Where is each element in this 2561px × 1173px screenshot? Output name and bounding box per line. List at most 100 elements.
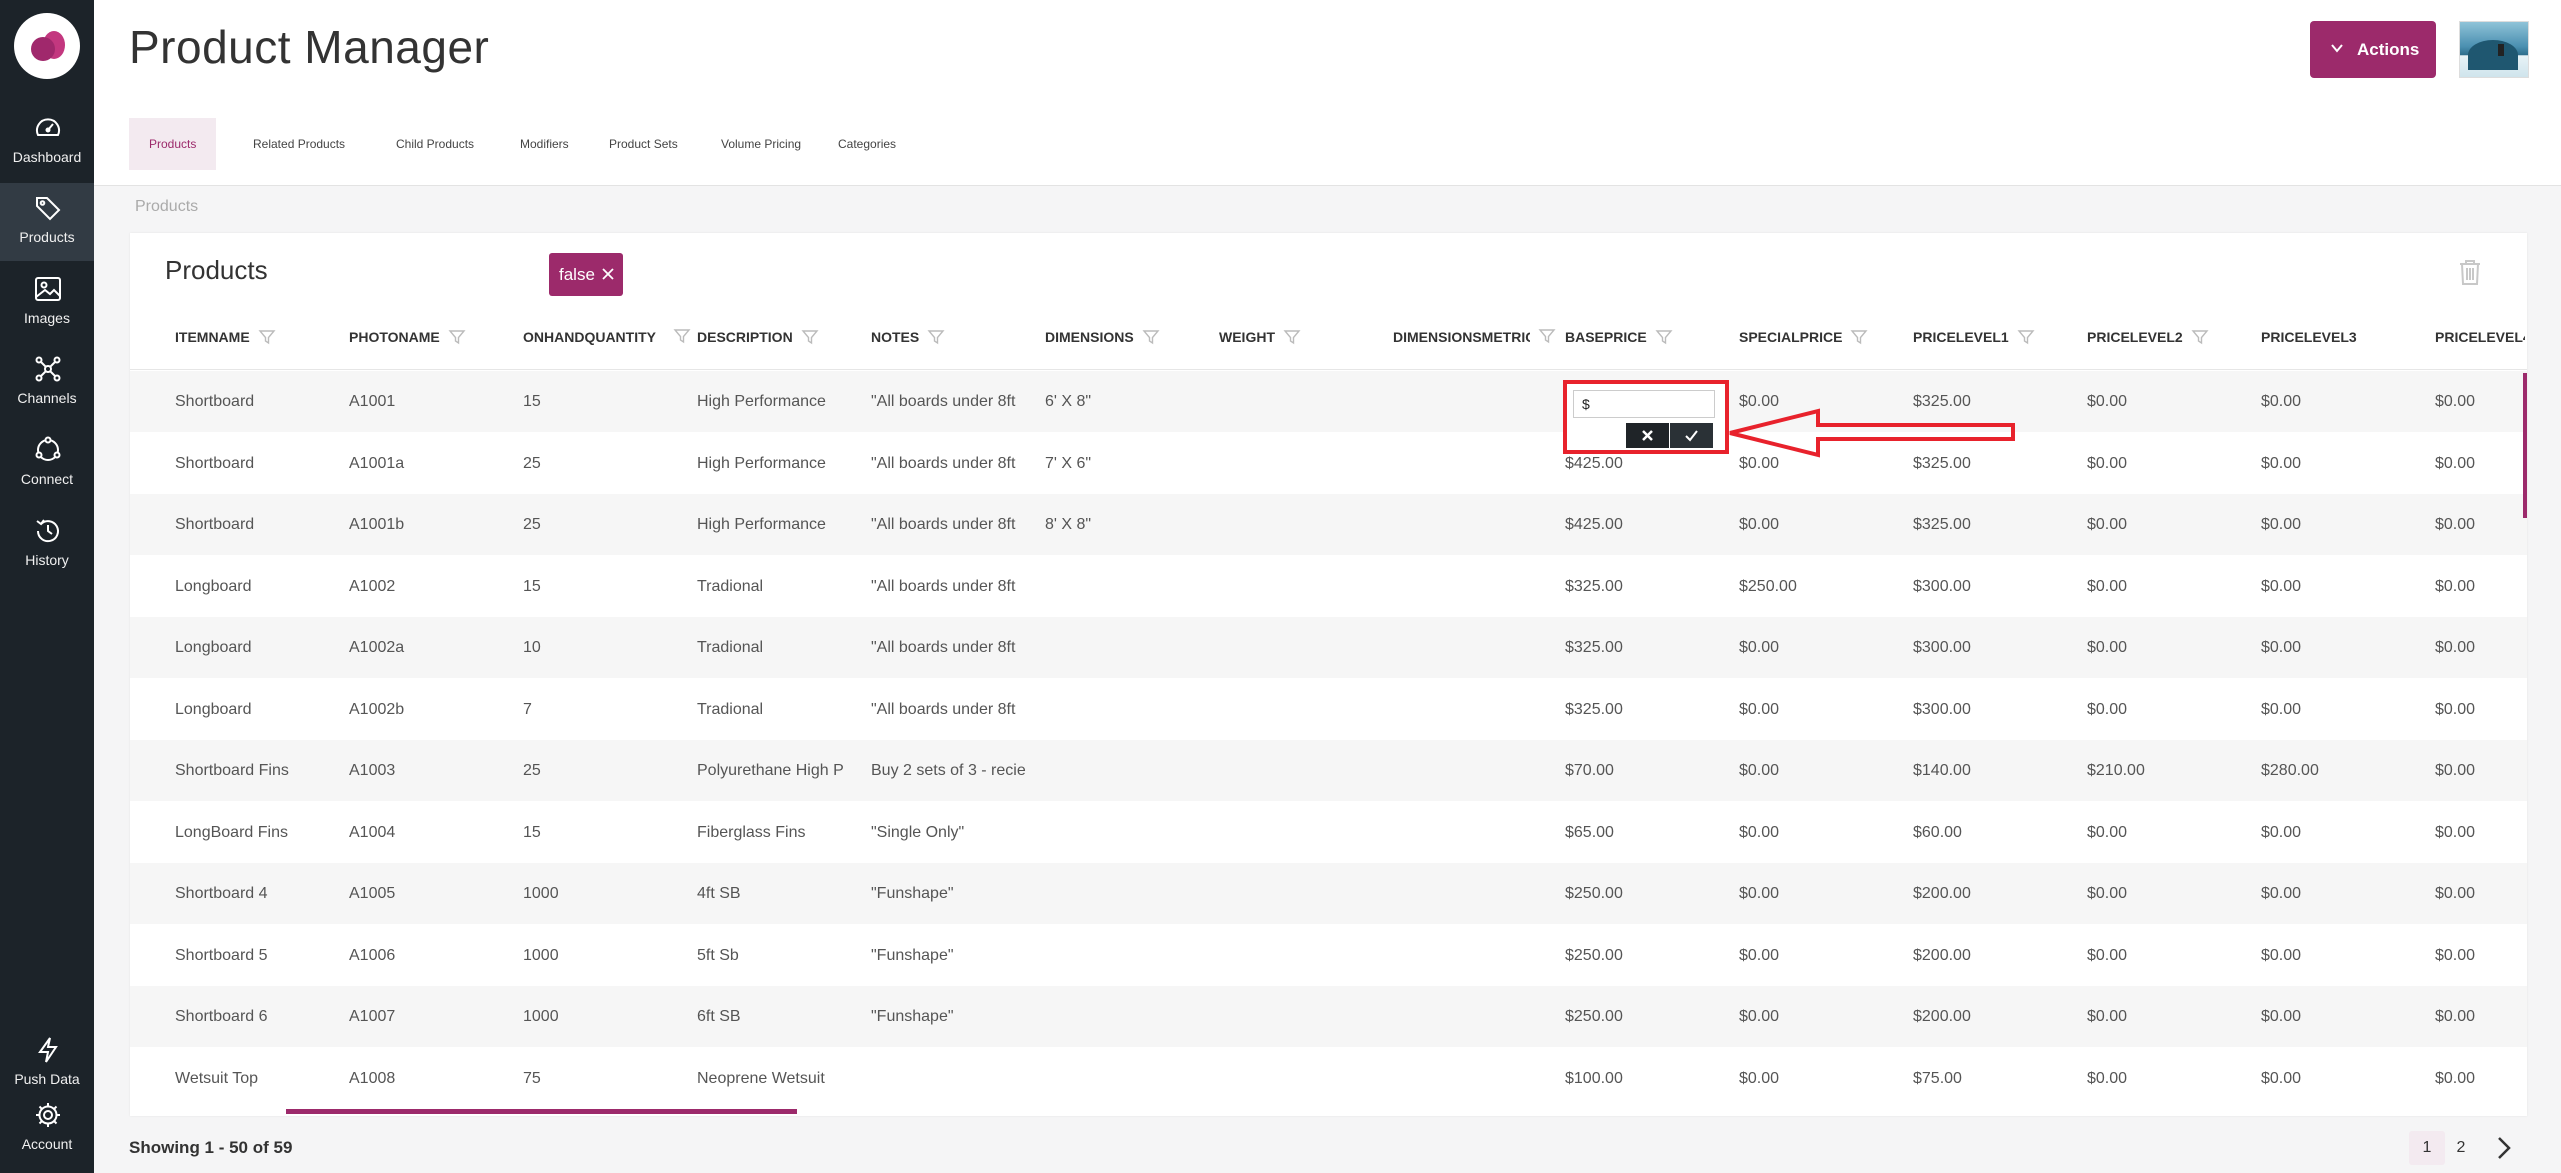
table-cell[interactable]: $0.00: [2087, 986, 2247, 1047]
column-header[interactable]: ITEMNAME: [175, 303, 345, 370]
table-cell[interactable]: [1219, 556, 1379, 617]
table-cell[interactable]: $200.00: [1913, 925, 2073, 986]
table-cell[interactable]: $100.00: [1565, 1048, 1725, 1109]
table-cell[interactable]: $0.00: [2435, 863, 2515, 924]
actions-button[interactable]: Actions: [2310, 21, 2436, 78]
table-cell[interactable]: Shortboard: [175, 371, 335, 432]
table-cell[interactable]: 25: [523, 740, 683, 801]
table-cell[interactable]: [1045, 925, 1205, 986]
vertical-scrollbar[interactable]: [2523, 373, 2527, 518]
table-cell[interactable]: 1000: [523, 986, 683, 1047]
table-cell[interactable]: $300.00: [1913, 679, 2073, 740]
table-cell[interactable]: $0.00: [1739, 617, 1899, 678]
table-cell[interactable]: Shortboard Fins: [175, 740, 335, 801]
table-cell[interactable]: $0.00: [2261, 1048, 2421, 1109]
table-cell[interactable]: LongBoard Fins: [175, 802, 335, 863]
table-cell[interactable]: [1045, 556, 1205, 617]
table-cell[interactable]: Neoprene Wetsuit: [697, 1048, 857, 1109]
table-cell[interactable]: $250.00: [1565, 863, 1725, 924]
table-cell[interactable]: $250.00: [1565, 925, 1725, 986]
column-header[interactable]: NOTES: [871, 303, 1036, 370]
column-header[interactable]: DESCRIPTION: [697, 303, 867, 370]
table-cell[interactable]: $140.00: [1913, 740, 2073, 801]
table-cell[interactable]: "All boards under 8ft: [871, 679, 1026, 740]
table-row[interactable]: Shortboard A1001a 25 High Performance "All b…: [130, 432, 2527, 494]
table-cell[interactable]: 15: [523, 556, 683, 617]
table-cell[interactable]: Shortboard 6: [175, 986, 335, 1047]
filter-icon[interactable]: [1538, 327, 1556, 345]
filter-chip[interactable]: false: [549, 253, 623, 296]
table-cell[interactable]: [1045, 802, 1205, 863]
column-header[interactable]: ONHANDQUANTITY: [523, 303, 693, 370]
chevron-right-icon[interactable]: [2492, 1134, 2516, 1162]
table-cell[interactable]: [1219, 925, 1379, 986]
table-cell[interactable]: 75: [523, 1048, 683, 1109]
filter-icon[interactable]: [1142, 328, 1160, 346]
table-cell[interactable]: [1393, 740, 1548, 801]
table-cell[interactable]: 7: [523, 679, 683, 740]
table-cell[interactable]: High Performance: [697, 433, 857, 494]
table-cell[interactable]: "Funshape": [871, 863, 1026, 924]
table-cell[interactable]: [1393, 371, 1548, 432]
filter-icon[interactable]: [801, 328, 819, 346]
table-cell[interactable]: $0.00: [2087, 617, 2247, 678]
table-cell[interactable]: Shortboard 5: [175, 925, 335, 986]
table-cell[interactable]: 4ft SB: [697, 863, 857, 924]
tab-child-products[interactable]: Child Products: [376, 118, 494, 170]
table-cell[interactable]: $0.00: [2087, 925, 2247, 986]
table-row[interactable]: LongBoard Fins A1004 15 Fiberglass Fins "Sin…: [130, 801, 2527, 863]
table-cell[interactable]: $0.00: [2261, 986, 2421, 1047]
table-cell[interactable]: Tradional: [697, 679, 857, 740]
table-cell[interactable]: "Single Only": [871, 802, 1026, 863]
table-cell[interactable]: $0.00: [2087, 556, 2247, 617]
sidebar-item-images[interactable]: Images: [0, 264, 94, 342]
sidebar-item-account[interactable]: Account: [0, 1090, 94, 1168]
sidebar-item-channels[interactable]: Channels: [0, 344, 94, 422]
table-cell[interactable]: "All boards under 8ft: [871, 556, 1026, 617]
filter-icon[interactable]: [1283, 328, 1301, 346]
table-cell[interactable]: [871, 1048, 1026, 1109]
table-cell[interactable]: 6' X 8": [1045, 371, 1205, 432]
table-cell[interactable]: $0.00: [2435, 556, 2515, 617]
table-cell[interactable]: "All boards under 8ft: [871, 371, 1026, 432]
table-cell[interactable]: "All boards under 8ft: [871, 617, 1026, 678]
column-header[interactable]: PRICELEVEL3: [2261, 303, 2431, 370]
table-cell[interactable]: $0.00: [1739, 863, 1899, 924]
table-cell[interactable]: Wetsuit Top: [175, 1048, 335, 1109]
sidebar-item-dashboard[interactable]: Dashboard: [0, 103, 94, 181]
table-cell[interactable]: 15: [523, 371, 683, 432]
table-row[interactable]: Longboard A1002b 7 Tradional "All boards und…: [130, 678, 2527, 740]
table-cell[interactable]: A1002a: [349, 617, 509, 678]
column-header[interactable]: PHOTONAME: [349, 303, 519, 370]
table-row[interactable]: Wetsuit Top A1008 75 Neoprene Wetsuit $100.0…: [130, 1047, 2527, 1109]
table-cell[interactable]: $0.00: [1739, 679, 1899, 740]
table-cell[interactable]: [1393, 617, 1548, 678]
table-cell[interactable]: [1393, 986, 1548, 1047]
table-cell[interactable]: Buy 2 sets of 3 - recie: [871, 740, 1026, 801]
column-header[interactable]: PRICELEVEL4: [2435, 303, 2525, 370]
table-cell[interactable]: $0.00: [2435, 433, 2515, 494]
table-cell[interactable]: [1393, 679, 1548, 740]
table-cell[interactable]: 1000: [523, 925, 683, 986]
table-cell[interactable]: $0.00: [2435, 679, 2515, 740]
table-cell[interactable]: [1219, 433, 1379, 494]
table-cell[interactable]: [1045, 986, 1205, 1047]
table-cell[interactable]: $75.00: [1913, 1048, 2073, 1109]
table-cell[interactable]: $200.00: [1913, 863, 2073, 924]
table-cell[interactable]: "Funshape": [871, 986, 1026, 1047]
cancel-edit-button[interactable]: [1626, 423, 1669, 448]
sidebar-item-history[interactable]: History: [0, 506, 94, 584]
table-cell[interactable]: $0.00: [2435, 1048, 2515, 1109]
table-cell[interactable]: [1393, 925, 1548, 986]
table-cell[interactable]: "All boards under 8ft: [871, 433, 1026, 494]
table-cell[interactable]: A1001b: [349, 494, 509, 555]
filter-icon[interactable]: [1850, 328, 1868, 346]
table-cell[interactable]: Fiberglass Fins: [697, 802, 857, 863]
table-cell[interactable]: [1045, 679, 1205, 740]
table-cell[interactable]: A1007: [349, 986, 509, 1047]
table-cell[interactable]: $0.00: [1739, 986, 1899, 1047]
table-cell[interactable]: $0.00: [2261, 802, 2421, 863]
table-cell[interactable]: $70.00: [1565, 740, 1725, 801]
table-cell[interactable]: $300.00: [1913, 556, 2073, 617]
filter-icon[interactable]: [673, 327, 691, 345]
